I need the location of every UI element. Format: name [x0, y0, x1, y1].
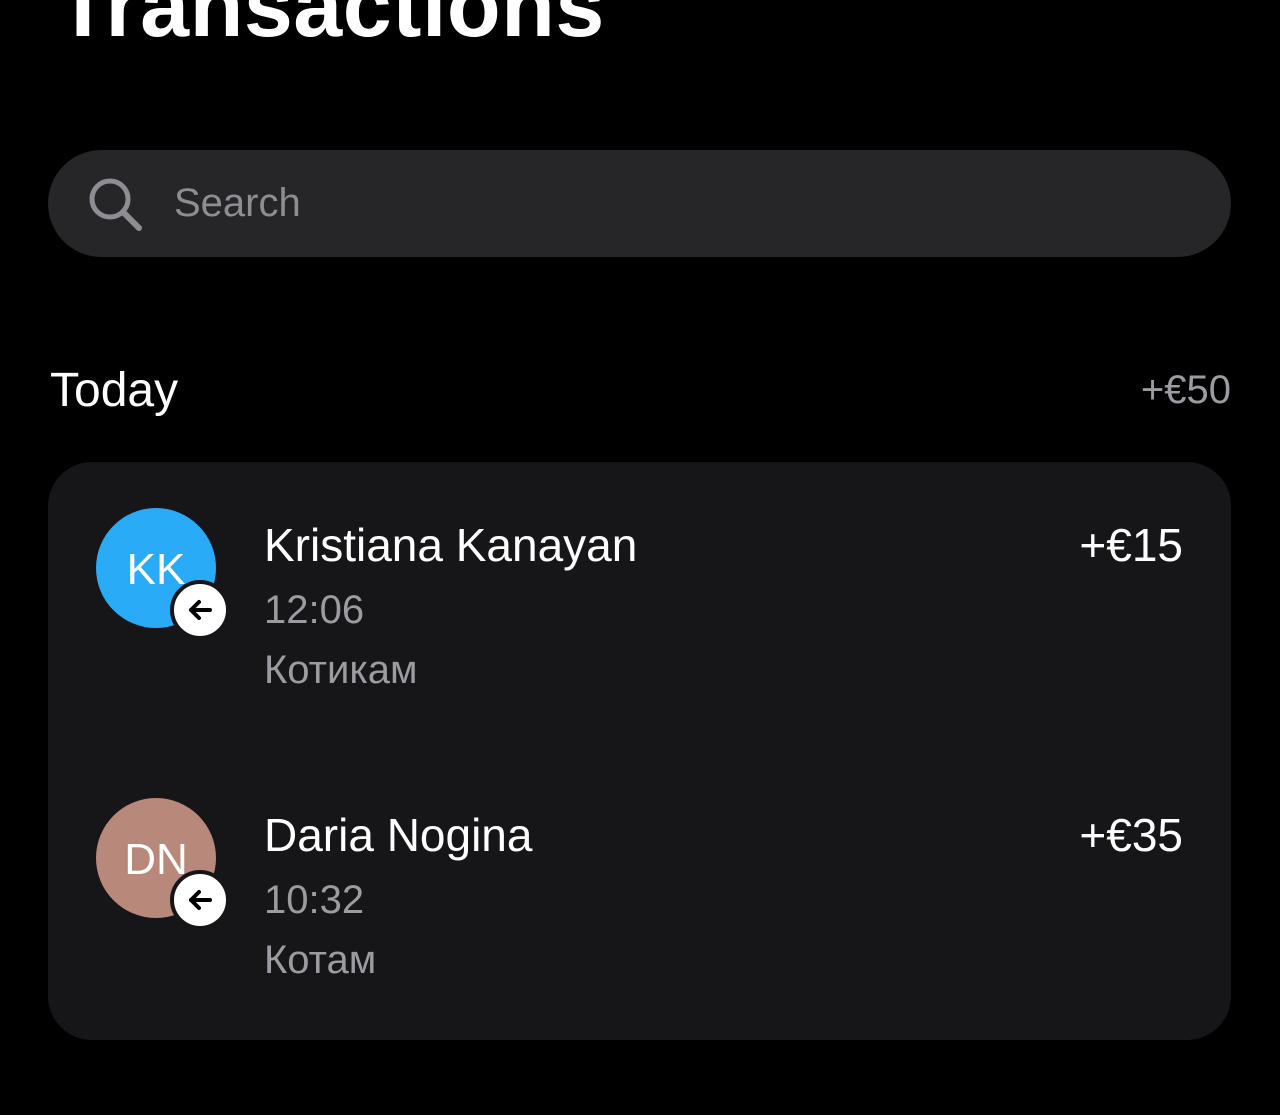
transaction-amount: +€35 [1079, 809, 1183, 861]
search-input[interactable] [174, 173, 1231, 234]
avatar-initials: KK [126, 545, 186, 594]
arrow-left-icon [170, 580, 230, 640]
page-title: Transactions [56, 0, 605, 55]
transaction-name: Kristiana Kanayan [264, 519, 638, 571]
section-title: Today [50, 363, 179, 417]
transaction-name: Daria Nogina [264, 809, 533, 861]
transaction-time: 12:06 [264, 588, 365, 632]
arrow-left-icon [170, 870, 230, 930]
transaction-time: 10:32 [264, 878, 365, 922]
section-header-today: Today +€50 [50, 360, 1231, 420]
transaction-row[interactable]: KK Kristiana Kanayan 12:06 Котикам +€15 [48, 508, 1231, 708]
search-bar[interactable] [48, 150, 1231, 257]
transaction-row[interactable]: DN Daria Nogina 10:32 Котам +€35 [48, 798, 1231, 998]
transaction-amount: +€15 [1079, 519, 1183, 571]
transaction-note: Котикам [264, 648, 418, 692]
section-total: +€50 [1140, 367, 1231, 412]
transaction-note: Котам [264, 938, 377, 982]
transactions-card: KK Kristiana Kanayan 12:06 Котикам +€15 … [48, 462, 1231, 1040]
search-icon [84, 173, 146, 235]
avatar-initials: DN [124, 835, 188, 884]
